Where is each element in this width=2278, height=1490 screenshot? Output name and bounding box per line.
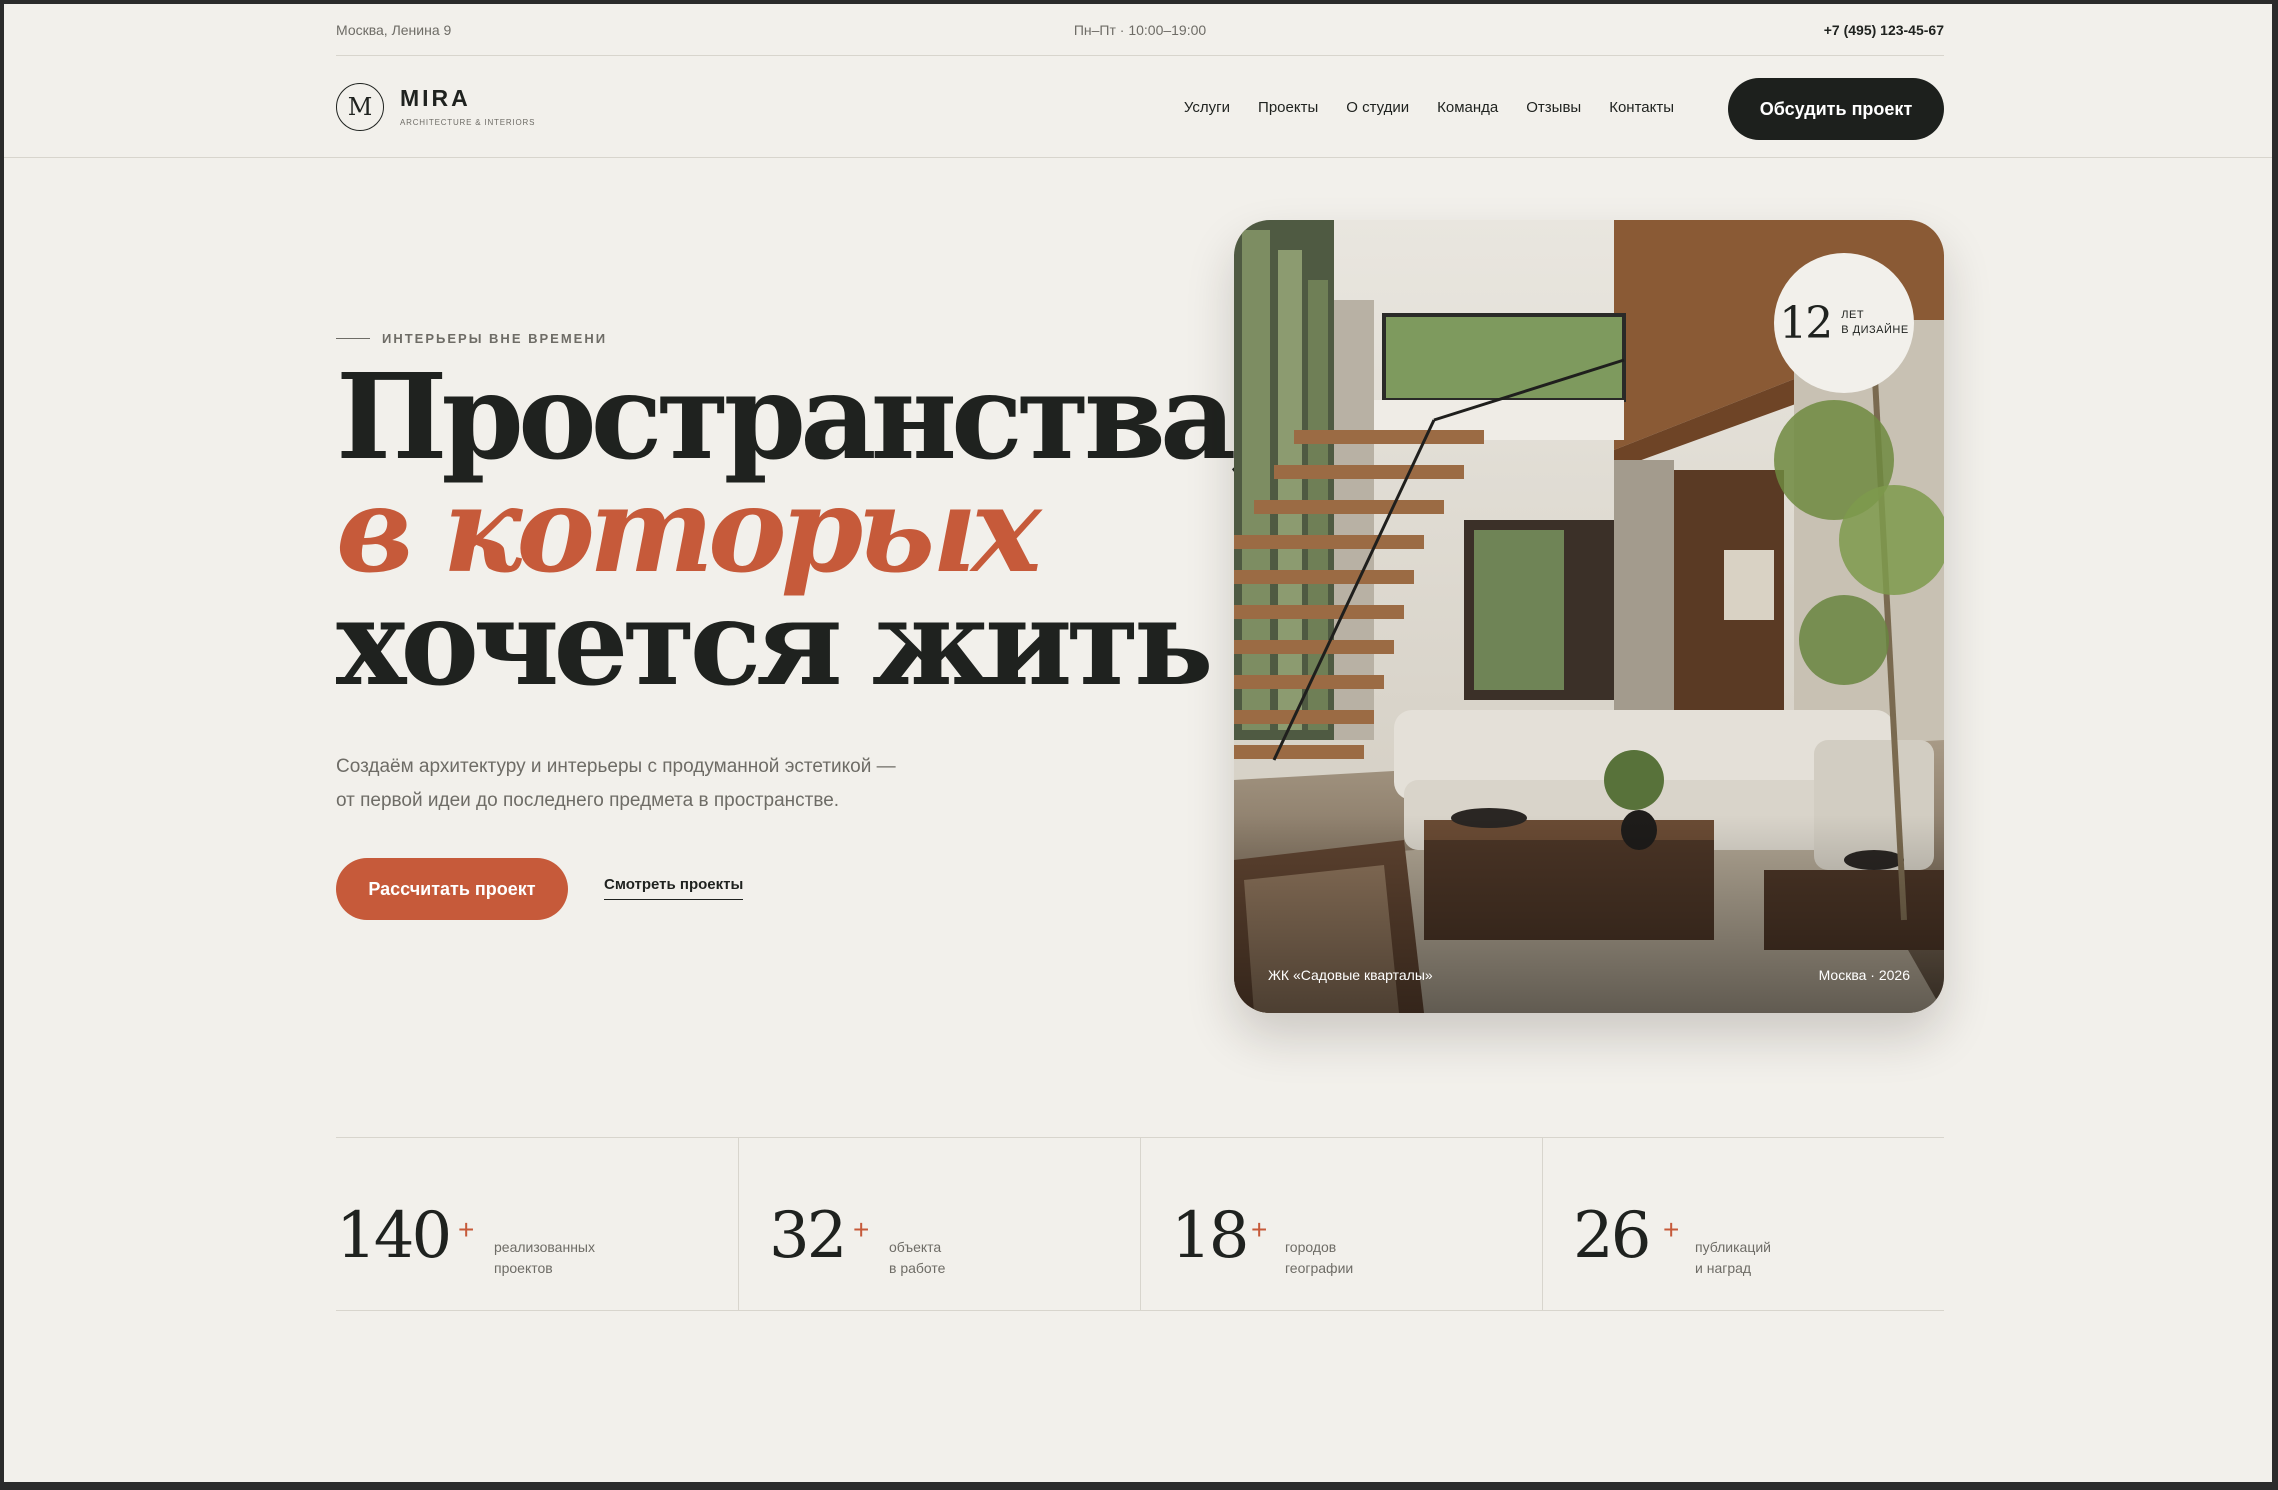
- description-line-1: Создаём архитектуру и интерьеры с продум…: [336, 756, 896, 777]
- stat-label-line: географии: [1285, 1260, 1354, 1276]
- hero-headline: Пространства, в которых хочется жить: [336, 347, 1271, 712]
- years-number: 12: [1779, 297, 1833, 349]
- nav-item-services[interactable]: Услуги: [1184, 99, 1230, 116]
- stat-item: 140 + реализованных проектов: [336, 1138, 738, 1310]
- stat-item: 32 + объекта в работе: [738, 1138, 1140, 1310]
- stat-label-line: в работе: [889, 1260, 946, 1276]
- location-year-caption: Москва · 2026: [1818, 967, 1910, 983]
- headline-line-2-accent: в которых: [336, 460, 1042, 599]
- eyebrow-text: ИНТЕРЬЕРЫ ВНЕ ВРЕМЕНИ: [382, 331, 608, 346]
- nav-item-contacts[interactable]: Контакты: [1609, 99, 1674, 116]
- calculate-project-button[interactable]: Рассчитать проект: [336, 858, 568, 920]
- headline-line-3: хочется жить: [336, 573, 1214, 712]
- eyebrow-rule: [336, 338, 370, 339]
- discuss-project-button[interactable]: Обсудить проект: [1728, 78, 1944, 140]
- headline-line-1: Пространства,: [336, 347, 1271, 486]
- years-label-line-1: ЛЕТ: [1841, 309, 1865, 321]
- stat-label: объекта в работе: [889, 1237, 945, 1279]
- stat-label-line: проектов: [494, 1260, 553, 1276]
- years-label-line-2: В ДИЗАЙНЕ: [1841, 324, 1909, 336]
- stat-label-line: городов: [1285, 1239, 1337, 1255]
- stat-plus: +: [1663, 1214, 1680, 1245]
- nav-divider: [4, 157, 2272, 158]
- stat-label: городов географии: [1285, 1237, 1353, 1279]
- page: Москва, Ленина 9 Пн–Пт · 10:00–19:00 +7 …: [4, 4, 2272, 1482]
- stats-row: 140 + реализованных проектов 32 + объект…: [336, 1137, 1944, 1311]
- working-hours-text: Пн–Пт · 10:00–19:00: [1073, 22, 1207, 38]
- nav-menu: Услуги Проекты О студии Команда Отзывы К…: [1184, 99, 1674, 116]
- logo-monogram[interactable]: M: [336, 83, 384, 131]
- phone-link[interactable]: +7 (495) 123-45-67: [1824, 22, 1944, 38]
- stat-value: 18: [1171, 1199, 1249, 1273]
- stat-label-line: публикаций: [1695, 1239, 1771, 1255]
- hero-eyebrow: ИНТЕРЬЕРЫ ВНЕ ВРЕМЕНИ: [336, 331, 607, 346]
- stat-label-line: реализованных: [494, 1239, 595, 1255]
- nav-item-projects[interactable]: Проекты: [1258, 99, 1318, 116]
- nav-item-reviews[interactable]: Отзывы: [1526, 99, 1581, 116]
- stat-item: 26 + публикаций и наград: [1542, 1138, 1944, 1310]
- nav-item-team[interactable]: Команда: [1437, 99, 1498, 116]
- main-navigation: M MIRA ARCHITECTURE & INTERIORS Услуги П…: [336, 57, 1944, 157]
- view-projects-link[interactable]: Смотреть проекты: [604, 876, 744, 900]
- stat-label: реализованных проектов: [494, 1237, 595, 1279]
- stat-value: 26: [1573, 1199, 1651, 1273]
- description-line-2: от первой идеи до последнего предмета в …: [336, 790, 840, 811]
- project-caption: ЖК «Садовые кварталы»: [1268, 967, 1433, 983]
- stat-plus: +: [1251, 1214, 1268, 1245]
- stat-label-line: объекта: [889, 1239, 942, 1255]
- hero-description: Создаём архитектуру и интерьеры с продум…: [336, 750, 956, 818]
- logo-name[interactable]: MIRA: [400, 85, 471, 112]
- address-text: Москва, Ленина 9: [336, 22, 452, 38]
- top-info-bar: Москва, Ленина 9 Пн–Пт · 10:00–19:00 +7 …: [336, 4, 1944, 56]
- stat-item: 18 + городов географии: [1140, 1138, 1542, 1310]
- nav-item-about[interactable]: О студии: [1346, 99, 1409, 116]
- stat-plus: +: [853, 1214, 870, 1245]
- stat-value: 140: [336, 1199, 452, 1273]
- stat-label-line: и наград: [1695, 1260, 1752, 1276]
- stat-label: публикаций и наград: [1695, 1237, 1771, 1279]
- logo-tagline: ARCHITECTURE & INTERIORS: [400, 118, 536, 127]
- experience-badge: 12 ЛЕТ В ДИЗАЙНЕ: [1774, 253, 1914, 393]
- stat-value: 32: [769, 1199, 847, 1273]
- stat-plus: +: [458, 1214, 475, 1245]
- years-label: ЛЕТ В ДИЗАЙНЕ: [1841, 308, 1908, 338]
